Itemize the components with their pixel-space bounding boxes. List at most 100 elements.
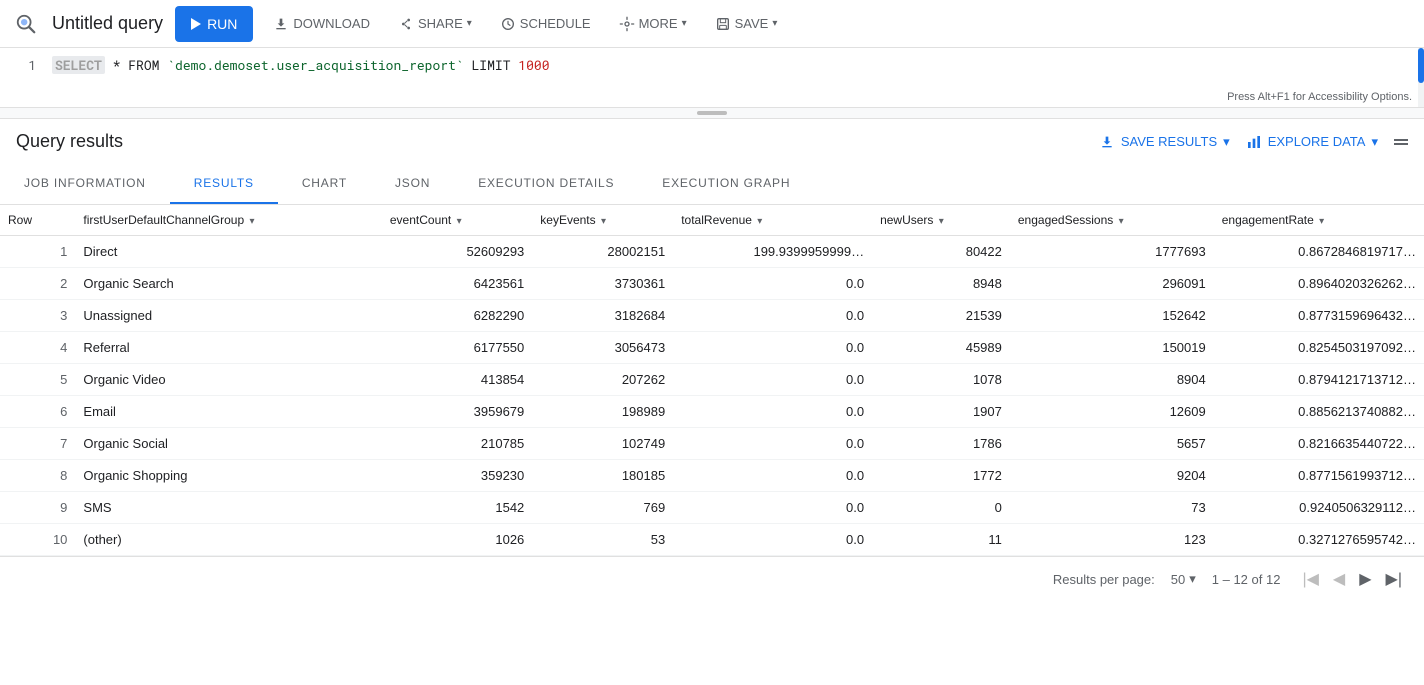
cell-key-events: 180185 [532, 460, 673, 492]
col-revenue-sort: ▾ [757, 216, 762, 227]
cell-total-revenue: 0.0 [673, 332, 872, 364]
download-icon [273, 16, 289, 32]
schedule-button[interactable]: SCHEDULE [492, 6, 599, 42]
share-label: SHARE [418, 16, 463, 31]
gear-icon [619, 16, 635, 32]
tab-execution-details[interactable]: EXECUTION DETAILS [454, 164, 638, 204]
first-page-button[interactable]: |◀ [1296, 565, 1324, 593]
cell-engagement-rate: 0.8672846819717… [1214, 236, 1424, 268]
cell-engagement-rate: 0.3271276595742… [1214, 524, 1424, 556]
tab-json[interactable]: JSON [371, 164, 454, 204]
run-button[interactable]: RUN [175, 6, 253, 42]
cell-new-users: 8948 [872, 268, 1010, 300]
tab-execution-graph[interactable]: EXECUTION GRAPH [638, 164, 814, 204]
cell-key-events: 102749 [532, 428, 673, 460]
table-row: 1 Direct 52609293 28002151 199.939995999… [0, 236, 1424, 268]
cell-channel: Organic Shopping [75, 460, 381, 492]
col-new-users-label: newUsers [880, 213, 933, 227]
app-logo [12, 10, 40, 38]
cell-row-num: 3 [0, 300, 75, 332]
cell-total-revenue: 0.0 [673, 524, 872, 556]
col-key-sort: ▾ [601, 216, 606, 227]
explore-data-button[interactable]: EXPLORE DATA ▾ [1246, 134, 1378, 150]
cell-engaged-sessions: 73 [1010, 492, 1214, 524]
cell-channel: Direct [75, 236, 381, 268]
save-icon [715, 16, 731, 32]
col-engaged-label: engagedSessions [1018, 213, 1113, 227]
results-table-container[interactable]: Row firstUserDefaultChannelGroup ▾ event… [0, 205, 1424, 556]
last-page-button[interactable]: ▶| [1380, 565, 1408, 593]
scrollbar-thumb [1418, 48, 1424, 83]
cell-channel: Organic Video [75, 364, 381, 396]
col-new-users-sort: ▾ [939, 216, 944, 227]
save-results-button[interactable]: SAVE RESULTS ▾ [1099, 134, 1230, 150]
save-label: SAVE [735, 16, 769, 31]
tab-results[interactable]: RESULTS [170, 164, 278, 204]
next-page-button[interactable]: ▶ [1353, 565, 1377, 593]
col-rate-resize[interactable] [1420, 205, 1424, 235]
col-new-users[interactable]: newUsers ▾ [872, 205, 1010, 236]
cell-event-count: 52609293 [382, 236, 532, 268]
cell-row-num: 9 [0, 492, 75, 524]
cell-channel: Organic Social [75, 428, 381, 460]
col-event-count[interactable]: eventCount ▾ [382, 205, 532, 236]
save-results-caret: ▾ [1223, 134, 1230, 150]
cell-engaged-sessions: 12609 [1010, 396, 1214, 428]
table-row: 8 Organic Shopping 359230 180185 0.0 177… [0, 460, 1424, 492]
schedule-icon [500, 16, 516, 32]
cell-engaged-sessions: 123 [1010, 524, 1214, 556]
cell-engagement-rate: 0.8964020326262… [1214, 268, 1424, 300]
col-rate-sort: ▾ [1319, 216, 1324, 227]
cell-engagement-rate: 0.8254503197092… [1214, 332, 1424, 364]
cell-key-events: 198989 [532, 396, 673, 428]
page-range: 1 – 12 of 12 [1212, 572, 1281, 587]
results-per-page-label: Results per page: [1053, 572, 1155, 587]
save-button[interactable]: SAVE ▾ [707, 6, 786, 42]
cell-total-revenue: 199.9399959999… [673, 236, 872, 268]
code-editor[interactable]: 1 SELECT * FROM `demo.demoset.user_acqui… [0, 48, 1424, 108]
save-caret: ▾ [772, 18, 777, 29]
table-body: 1 Direct 52609293 28002151 199.939995999… [0, 236, 1424, 556]
cell-event-count: 1026 [382, 524, 532, 556]
cell-engaged-sessions: 5657 [1010, 428, 1214, 460]
cell-new-users: 1078 [872, 364, 1010, 396]
explore-data-icon [1246, 134, 1262, 150]
cell-row-num: 1 [0, 236, 75, 268]
cell-channel: Unassigned [75, 300, 381, 332]
col-key-events[interactable]: keyEvents ▾ [532, 205, 673, 236]
col-revenue-label: totalRevenue [681, 213, 752, 227]
results-header: Query results SAVE RESULTS ▾ EXPLORE DAT… [0, 119, 1424, 164]
col-engagement-rate[interactable]: engagementRate ▾ [1214, 205, 1424, 236]
tab-chart[interactable]: CHART [278, 164, 371, 204]
cell-event-count: 6282290 [382, 300, 532, 332]
cell-engagement-rate: 0.8771561993712… [1214, 460, 1424, 492]
more-button[interactable]: MORE ▾ [611, 6, 695, 42]
play-icon [191, 18, 201, 30]
cell-channel: Organic Search [75, 268, 381, 300]
cell-total-revenue: 0.0 [673, 364, 872, 396]
col-channel-sort: ▾ [250, 216, 255, 227]
cell-total-revenue: 0.0 [673, 268, 872, 300]
tab-job-information[interactable]: JOB INFORMATION [0, 164, 170, 204]
editor-resize-handle[interactable] [0, 108, 1424, 119]
col-row: Row [0, 205, 75, 236]
query-title: Untitled query [52, 13, 163, 34]
download-button[interactable]: DOWNLOAD [265, 6, 378, 42]
prev-page-button[interactable]: ◀ [1327, 565, 1351, 593]
save-results-label: SAVE RESULTS [1121, 134, 1217, 149]
editor-scrollbar[interactable] [1418, 48, 1424, 107]
share-button[interactable]: SHARE ▾ [390, 6, 480, 42]
col-total-revenue[interactable]: totalRevenue ▾ [673, 205, 872, 236]
cell-engagement-rate: 0.8773159696432… [1214, 300, 1424, 332]
table-row: 10 (other) 1026 53 0.0 11 123 0.32712765… [0, 524, 1424, 556]
page-size-selector[interactable]: 50 ▾ [1171, 571, 1196, 587]
results-table: Row firstUserDefaultChannelGroup ▾ event… [0, 205, 1424, 556]
page-size-value: 50 [1171, 572, 1185, 587]
expand-button[interactable] [1394, 139, 1408, 145]
cell-new-users: 1786 [872, 428, 1010, 460]
table-row: 9 SMS 1542 769 0.0 0 73 0.9240506329112… [0, 492, 1424, 524]
cell-event-count: 210785 [382, 428, 532, 460]
col-engaged-sessions[interactable]: engagedSessions ▾ [1010, 205, 1214, 236]
col-channel-label: firstUserDefaultChannelGroup [83, 213, 244, 227]
col-channel[interactable]: firstUserDefaultChannelGroup ▾ [75, 205, 381, 236]
